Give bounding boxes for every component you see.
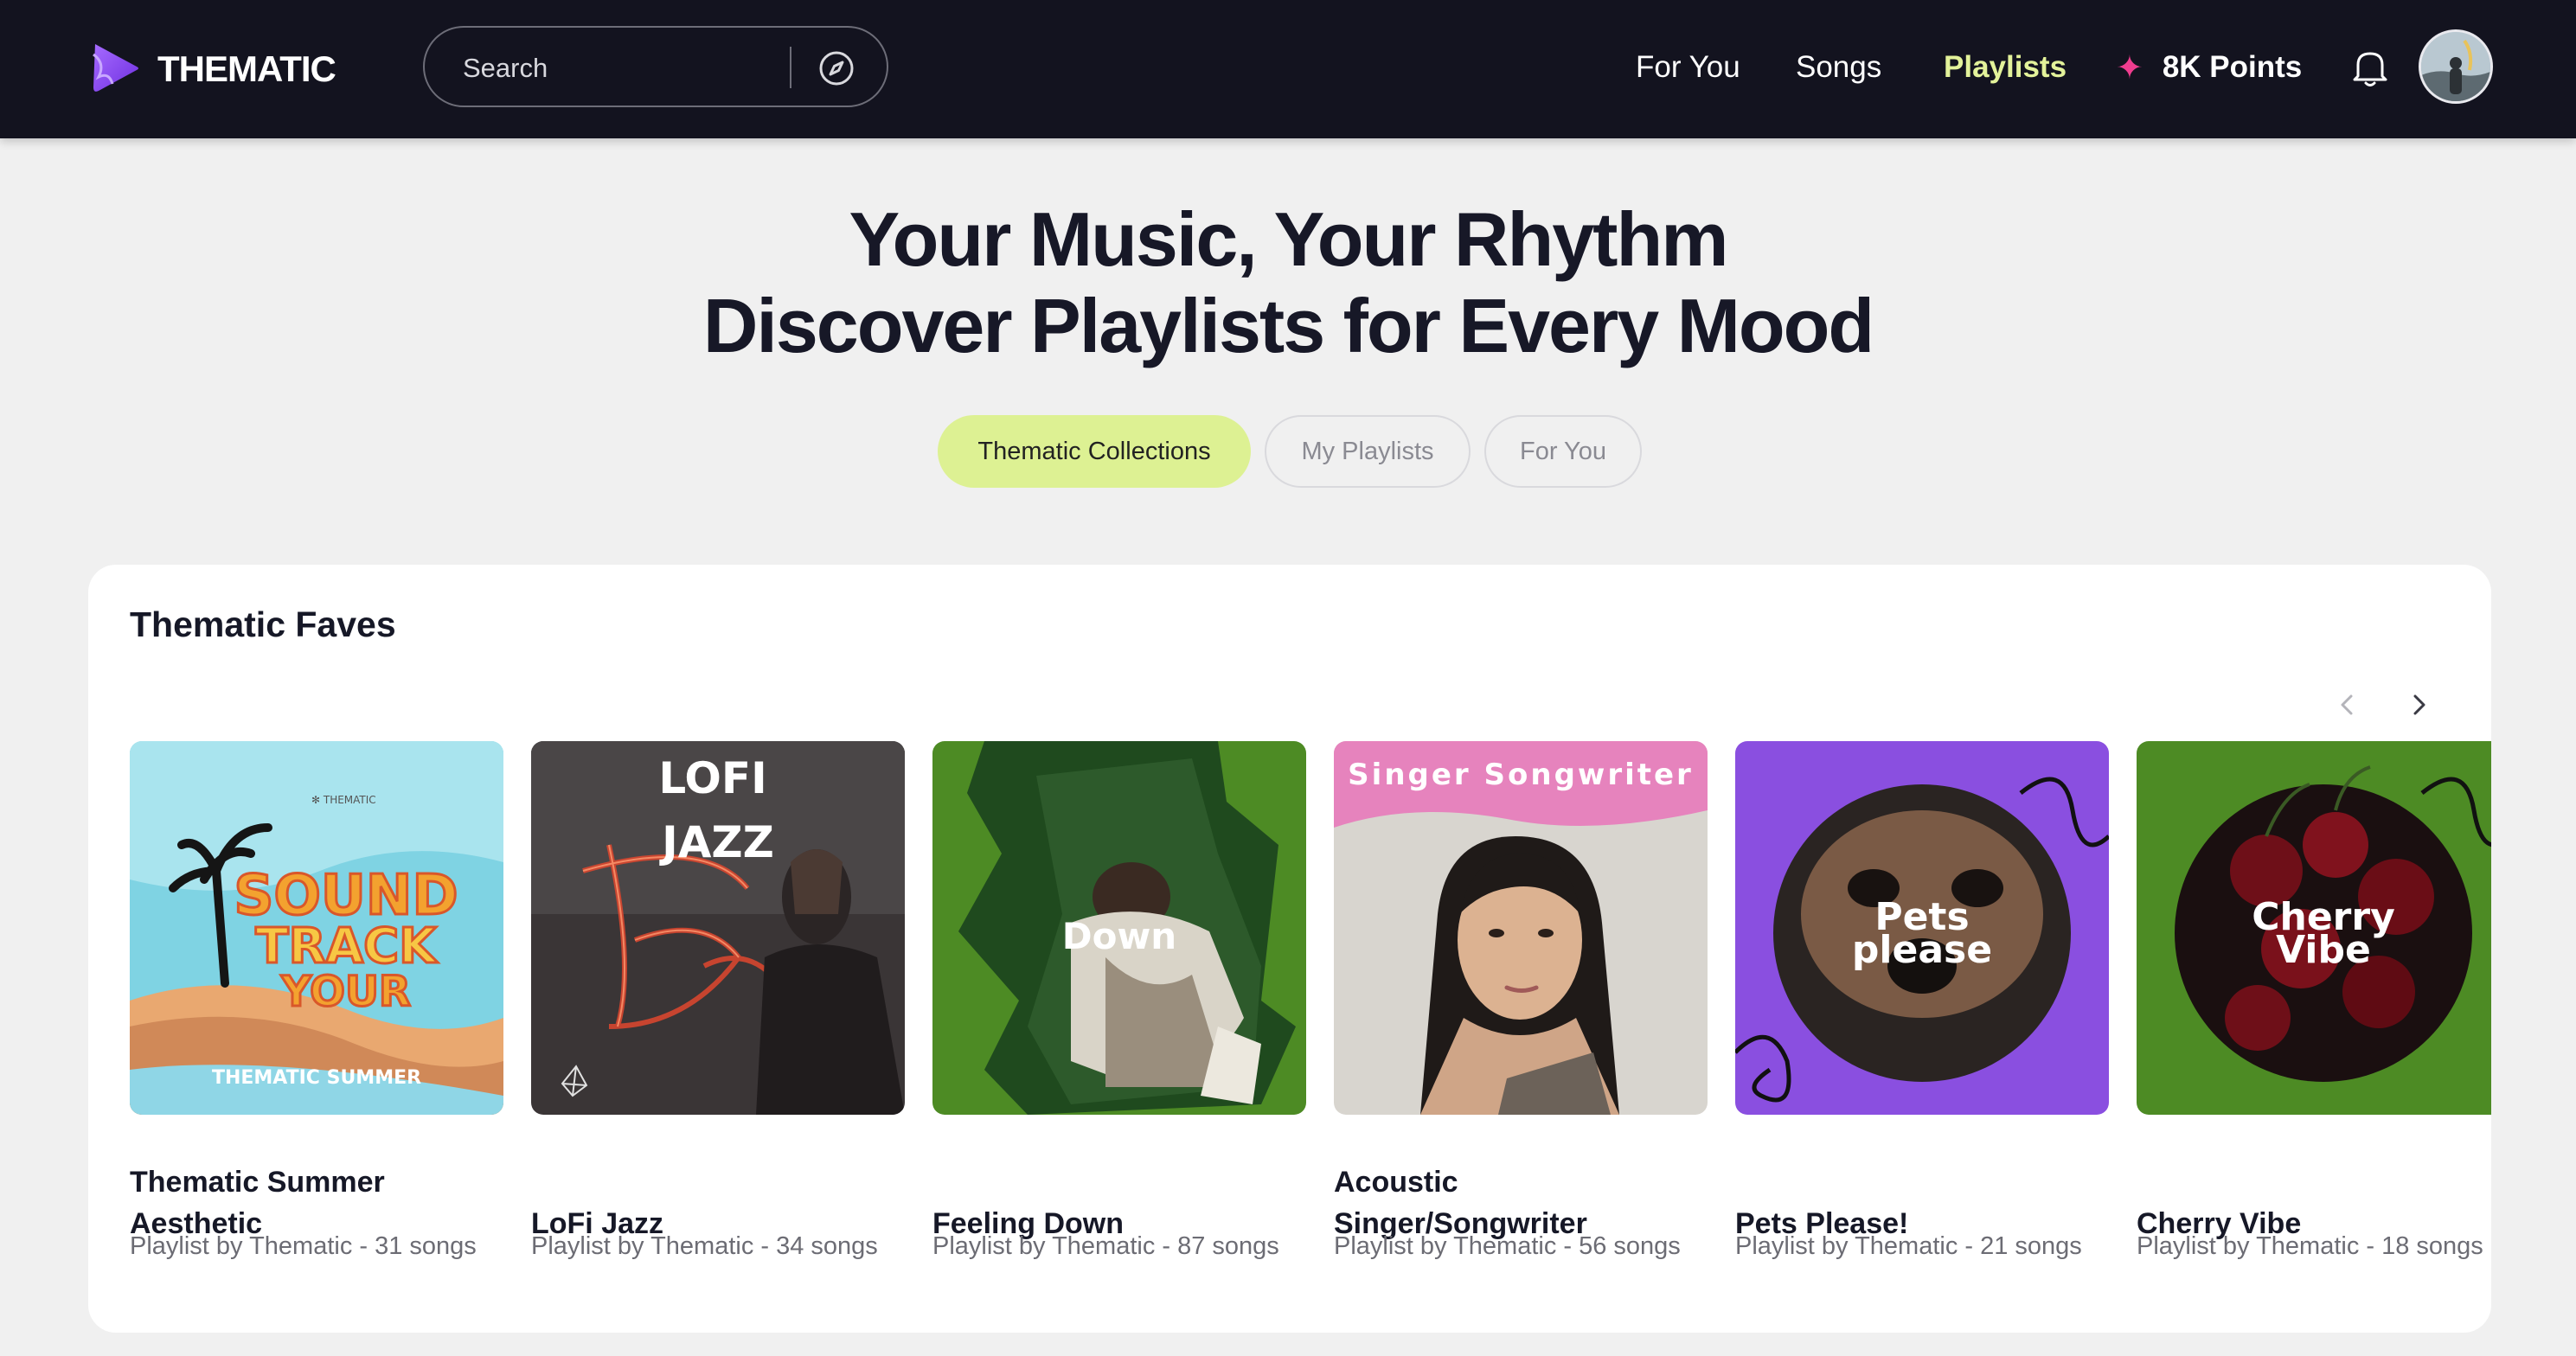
app-logo[interactable]: THEMATIC — [87, 35, 336, 104]
svg-text:JAZZ: JAZZ — [659, 817, 774, 867]
points-badge[interactable]: ✦ 8K Points — [2116, 43, 2302, 92]
svg-text:LOFI: LOFI — [658, 753, 766, 803]
playlist-subtitle: Playlist by Thematic - 56 songs — [1334, 1232, 1681, 1260]
thematic-faves-panel: Thematic Faves SOUND TRACK YOUR ✻ THEMAT — [88, 565, 2491, 1333]
search-divider — [790, 47, 791, 88]
nav-for-you[interactable]: For You — [1636, 43, 1740, 92]
sparkle-icon: ✦ — [2116, 49, 2143, 86]
svg-text:YOUR: YOUR — [280, 968, 411, 1016]
playlist-subtitle: Playlist by Thematic - 34 songs — [531, 1232, 878, 1260]
chevron-left-icon[interactable] — [2330, 688, 2365, 722]
playlist-carousel: SOUND TRACK YOUR ✻ THEMATIC THEMATIC SUM… — [130, 741, 2491, 1333]
svg-text:TRACK: TRACK — [255, 918, 439, 975]
svg-text:Vibe: Vibe — [2276, 928, 2371, 972]
playlist-subtitle: Playlist by Thematic - 87 songs — [932, 1232, 1279, 1260]
playlist-cover: SOUND TRACK YOUR ✻ THEMATIC THEMATIC SUM… — [130, 741, 503, 1115]
playlist-cover: Cherry Vibe — [2137, 741, 2491, 1115]
search-input[interactable] — [461, 47, 767, 90]
playlist-subtitle: Playlist by Thematic - 21 songs — [1735, 1232, 2082, 1260]
playlist-cover: Singer Songwriter — [1334, 741, 1708, 1115]
nav-playlists[interactable]: Playlists — [1944, 43, 2067, 92]
playlist-subtitle: Playlist by Thematic - 18 songs — [2137, 1232, 2483, 1260]
chevron-right-icon[interactable] — [2401, 688, 2436, 722]
nav-songs[interactable]: Songs — [1796, 43, 1881, 92]
search-bar — [423, 26, 888, 107]
hero-title-line-1: Your Music, Your Rhythm — [849, 196, 1729, 282]
tab-my-playlists[interactable]: My Playlists — [1265, 415, 1471, 488]
tab-for-you[interactable]: For You — [1484, 415, 1642, 488]
tab-thematic-collections[interactable]: Thematic Collections — [938, 415, 1251, 488]
thematic-logo-icon — [87, 37, 147, 102]
points-label: 8K Points — [2162, 50, 2303, 84]
user-avatar[interactable] — [2419, 29, 2493, 104]
playlist-cover: LOFI JAZZ — [531, 741, 905, 1115]
cover-text: Down — [1062, 915, 1176, 957]
section-title: Thematic Faves — [130, 604, 396, 644]
playlist-cover: Pets please — [1735, 741, 2109, 1115]
cover-text: THEMATIC SUMMER — [212, 1067, 421, 1089]
app-name: THEMATIC — [157, 48, 336, 89]
playlist-subtitle: Playlist by Thematic - 31 songs — [130, 1232, 477, 1260]
top-nav-bar: THEMATIC For You Songs Playlists ✦ 8K Po… — [0, 0, 2576, 138]
svg-text:please: please — [1852, 928, 1992, 972]
compass-icon[interactable] — [817, 48, 856, 88]
hero-title-line-2: Discover Playlists for Every Mood — [702, 283, 1874, 368]
bell-icon[interactable] — [2346, 43, 2394, 92]
playlist-cover: Down — [932, 741, 1306, 1115]
cover-text: Singer Songwriter — [1348, 758, 1694, 792]
cover-brand: ✻ THEMATIC — [311, 794, 376, 806]
